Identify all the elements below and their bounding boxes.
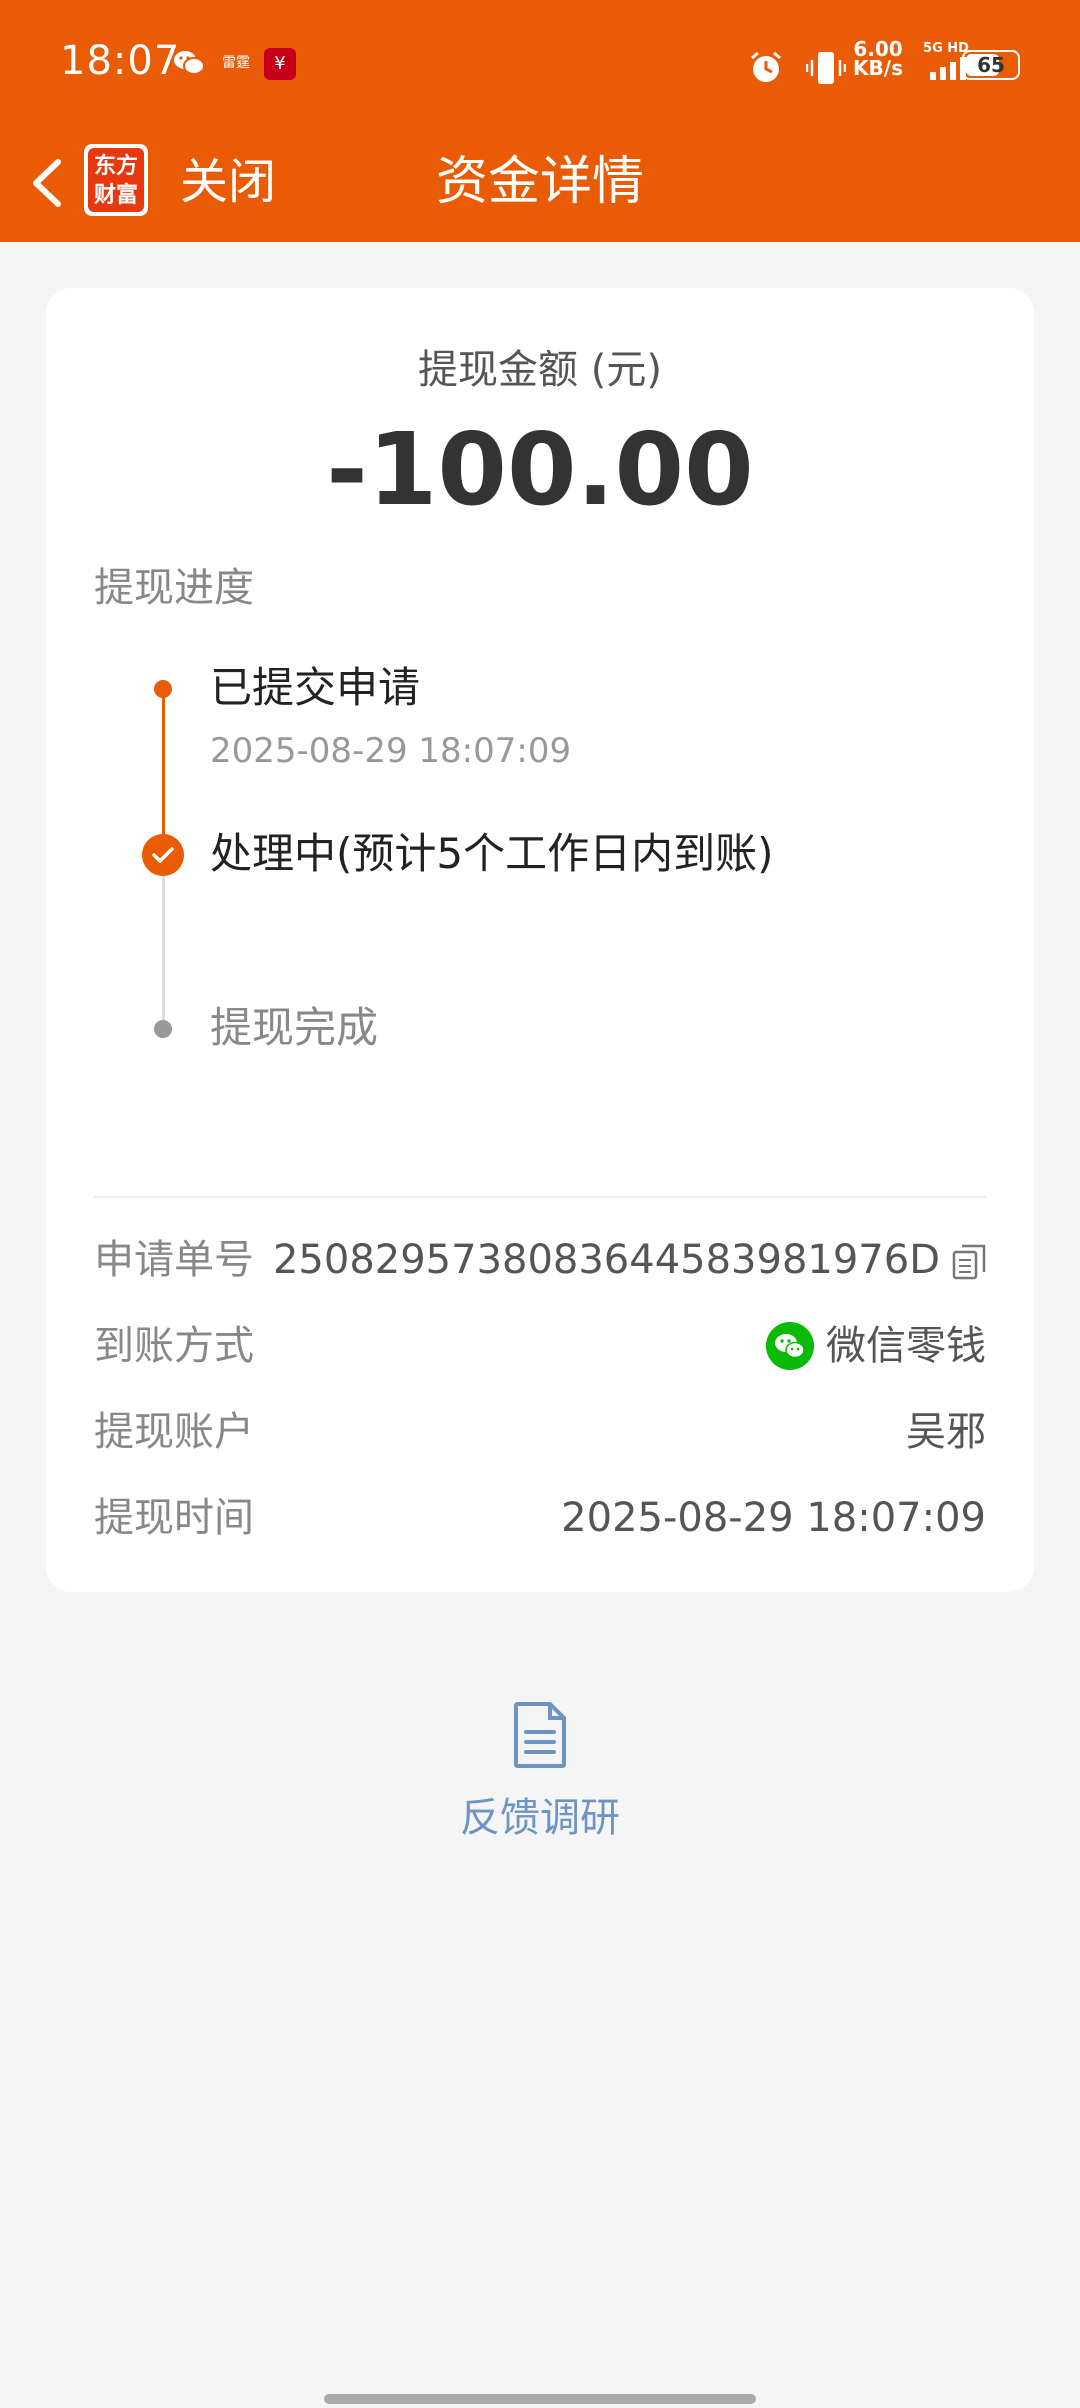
alarm-icon <box>751 51 781 82</box>
check-icon <box>142 834 184 876</box>
page-title: 资金详情 <box>435 152 644 212</box>
step-submitted: 已提交申请 <box>210 663 421 712</box>
payout-method-label: 到账方式 <box>94 1323 254 1369</box>
vibrate-icon <box>806 52 846 84</box>
bank-notification-icon: ¥ <box>264 48 296 80</box>
withdrawal-detail-card: 提现金额 (元) -100.00 提现进度 已提交申请 2025-08-29 1… <box>46 288 1034 1592</box>
status-bar: 18:07 雷霆 ¥ 6.00 KB/s 5G HD 65 <box>0 0 1080 130</box>
payout-method-value: 微信零钱 <box>826 1323 986 1369</box>
net-speed: 6.00 KB/s <box>853 37 903 80</box>
step-dot-done <box>154 680 172 698</box>
order-number-label: 申请单号 <box>94 1237 254 1283</box>
withdraw-time-label: 提现时间 <box>94 1495 254 1541</box>
divider <box>94 1196 986 1198</box>
step-processing: 处理中(预计5个工作日内到账) <box>210 829 774 878</box>
timeline-line-done <box>162 690 165 850</box>
wechat-icon <box>766 1322 814 1370</box>
home-indicator[interactable] <box>324 2394 756 2404</box>
progress-timeline: 已提交申请 2025-08-29 18:07:09 处理中(预计5个工作日内到账… <box>94 658 994 1108</box>
document-icon <box>514 1702 566 1768</box>
account-label: 提现账户 <box>94 1409 254 1455</box>
withdraw-time-row: 提现时间 2025-08-29 18:07:09 <box>94 1488 986 1548</box>
feedback-label: 反馈调研 <box>460 1795 620 1841</box>
step-dot-pending <box>154 1020 172 1038</box>
account-row: 提现账户 吴邪 <box>94 1402 986 1462</box>
status-time: 18:07 <box>60 38 181 84</box>
progress-title: 提现进度 <box>94 565 254 611</box>
order-number-row: 申请单号 2508295738083644583981976D <box>94 1230 986 1290</box>
feedback-survey-button[interactable]: 反馈调研 <box>430 1700 650 1841</box>
app-header: 18:07 雷霆 ¥ 6.00 KB/s 5G HD 65 东方 财富 关闭 资… <box>0 0 1080 242</box>
step-submitted-time: 2025-08-29 18:07:09 <box>210 731 572 771</box>
copy-icon[interactable] <box>952 1244 986 1280</box>
amount-label: 提现金额 (元) <box>418 347 662 393</box>
payout-method-row: 到账方式 微信零钱 <box>94 1316 986 1376</box>
timeline-line-pending <box>162 860 165 1030</box>
app-notification-icon: 雷霆 <box>222 55 250 71</box>
account-value: 吴邪 <box>906 1409 986 1455</box>
battery-icon: 65 <box>962 50 1020 80</box>
order-number-value: 2508295738083644583981976D <box>272 1237 940 1283</box>
wechat-notification-icon <box>174 51 205 75</box>
withdraw-time-value: 2025-08-29 18:07:09 <box>561 1495 986 1541</box>
nav-bar: 东方 财富 关闭 资金详情 <box>0 130 1080 242</box>
step-completed: 提现完成 <box>210 1003 379 1052</box>
withdrawal-amount: -100.00 <box>326 411 754 528</box>
battery-percent: 65 <box>977 53 1005 77</box>
